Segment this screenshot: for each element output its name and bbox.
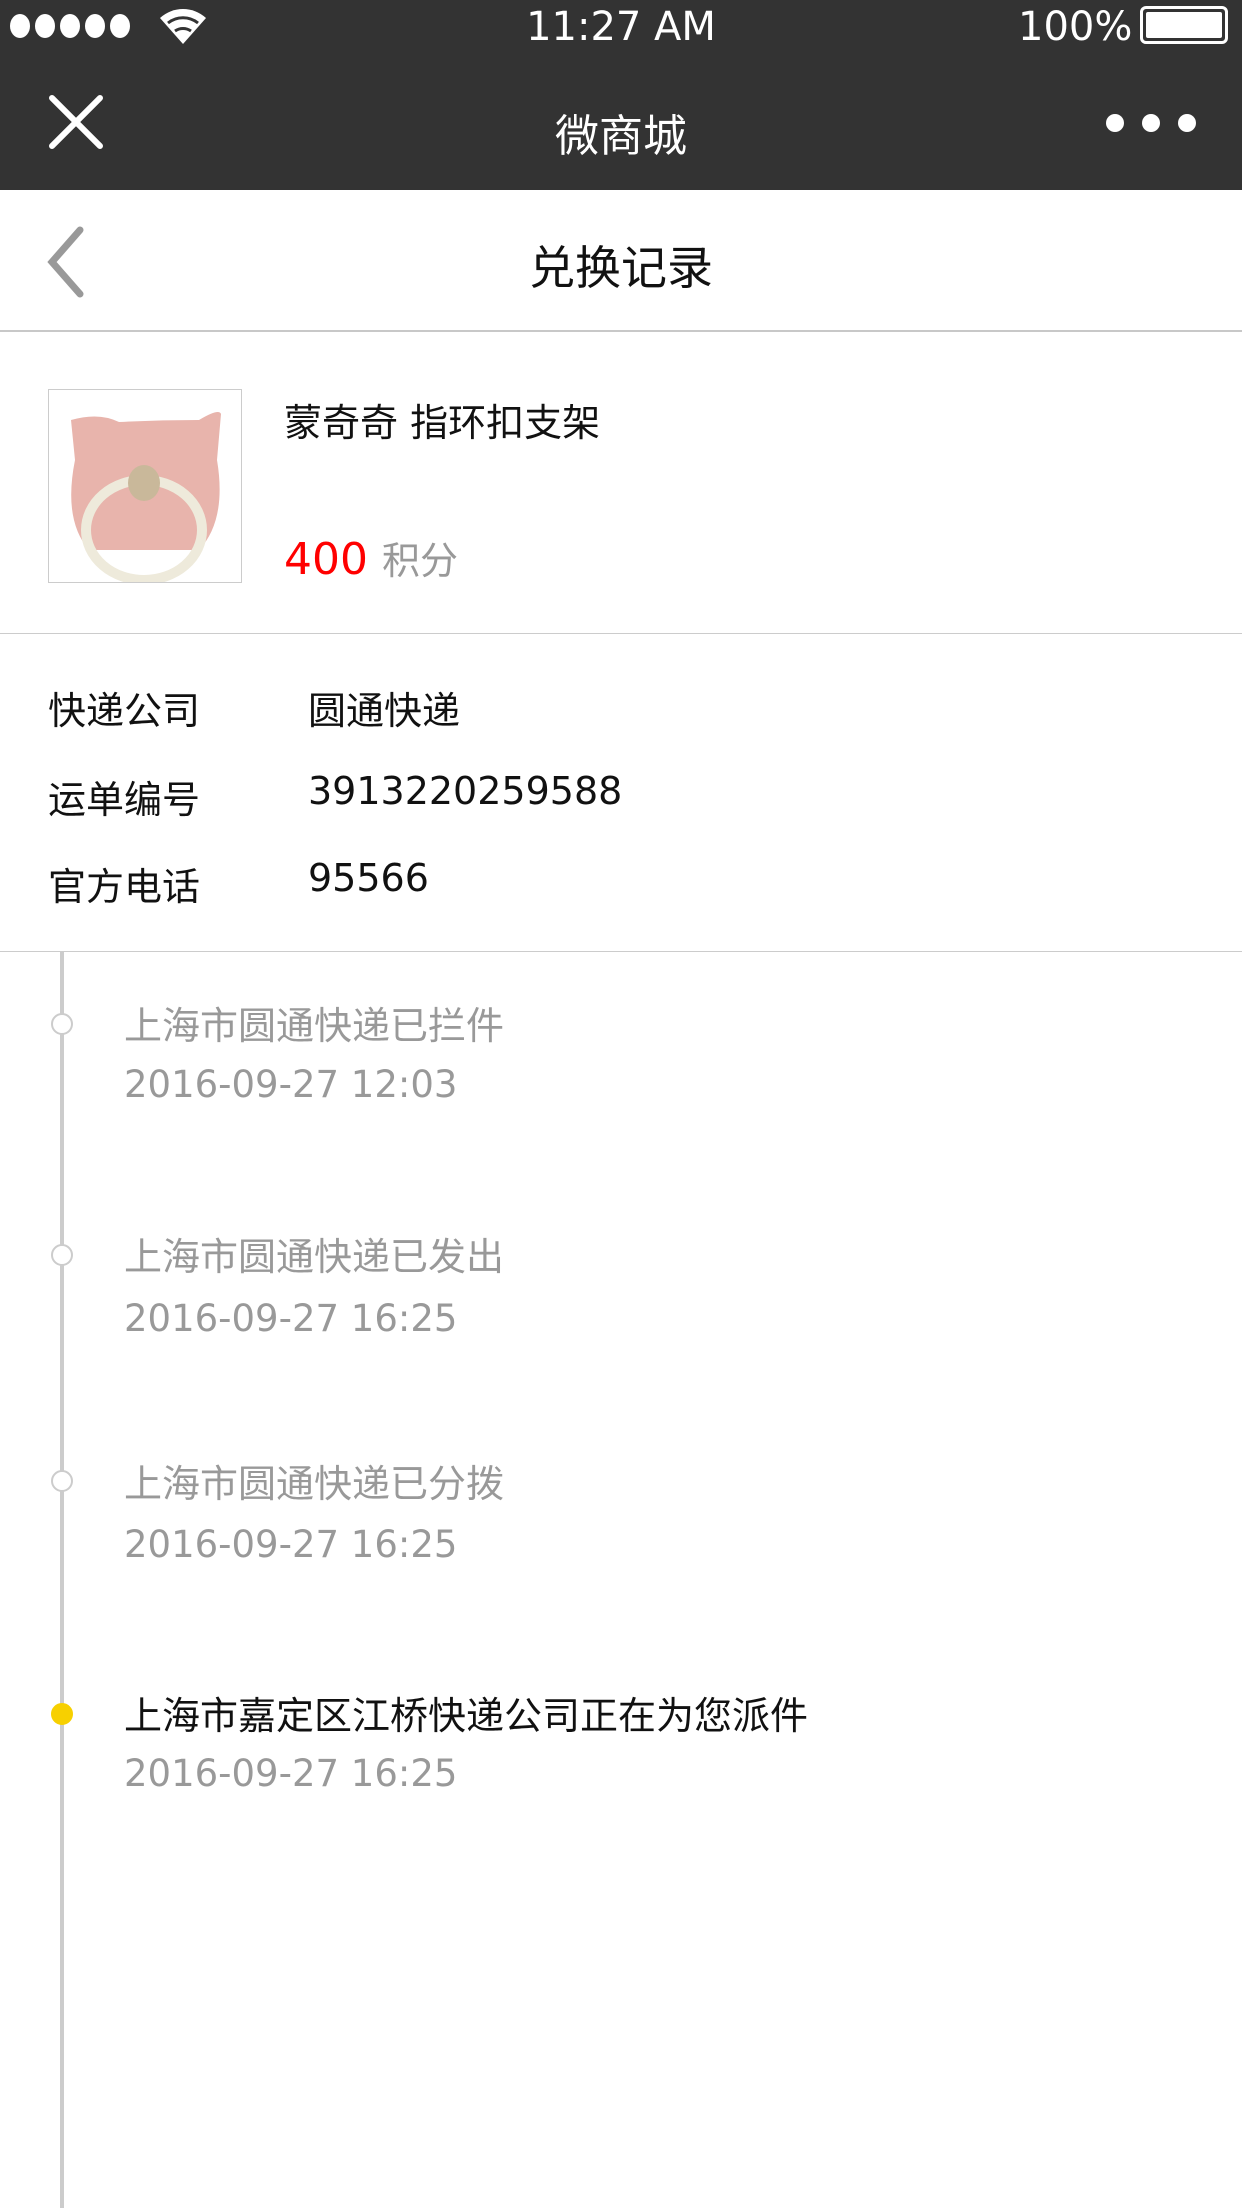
product-name: 蒙奇奇 指环扣支架	[284, 401, 601, 445]
timeline-event: 上海市圆通快递已发出	[124, 1235, 505, 1279]
status-bar: 11:27 AM 100%	[0, 0, 1242, 54]
battery-icon	[1140, 6, 1228, 44]
phone-value[interactable]: 95566	[308, 856, 429, 900]
nav-bar: 微商城	[0, 54, 1242, 190]
timeline-event: 上海市圆通快递已拦件	[124, 1004, 505, 1048]
timeline-time: 2016-09-27 12:03	[124, 1063, 458, 1106]
timeline-dot	[51, 1244, 73, 1266]
courier-label: 快递公司	[48, 689, 201, 733]
timeline-time: 2016-09-27 16:25	[124, 1752, 458, 1795]
points-value: 400	[284, 534, 368, 585]
shipping-info: 快递公司 圆通快递 运单编号 3913220259588 官方电话 95566	[0, 634, 1242, 952]
page-title: 兑换记录	[529, 241, 713, 295]
timeline-line	[60, 952, 64, 2208]
product-card[interactable]: 蒙奇奇 指环扣支架 400 积分	[0, 332, 1242, 634]
courier-value: 圆通快递	[308, 689, 461, 733]
timeline-time: 2016-09-27 16:25	[124, 1523, 458, 1566]
points-unit: 积分	[381, 539, 458, 583]
timeline-event: 上海市圆通快递已分拨	[124, 1462, 505, 1506]
tracking-number-label: 运单编号	[48, 778, 201, 822]
more-icon[interactable]	[1106, 114, 1196, 132]
nav-title: 微商城	[555, 111, 687, 162]
timeline-event: 上海市嘉定区江桥快递公司正在为您派件	[124, 1694, 809, 1738]
timeline-dot	[51, 1013, 73, 1035]
timeline-time: 2016-09-27 16:25	[124, 1297, 458, 1340]
tracking-number-value: 3913220259588	[308, 769, 623, 813]
timeline-dot-active	[51, 1703, 73, 1725]
page-header: 兑换记录	[0, 190, 1242, 332]
phone-label: 官方电话	[48, 865, 201, 909]
timeline-dot	[51, 1470, 73, 1492]
product-image	[48, 389, 242, 583]
product-points: 400 积分	[284, 530, 458, 585]
battery-percent: 100%	[1018, 4, 1133, 50]
